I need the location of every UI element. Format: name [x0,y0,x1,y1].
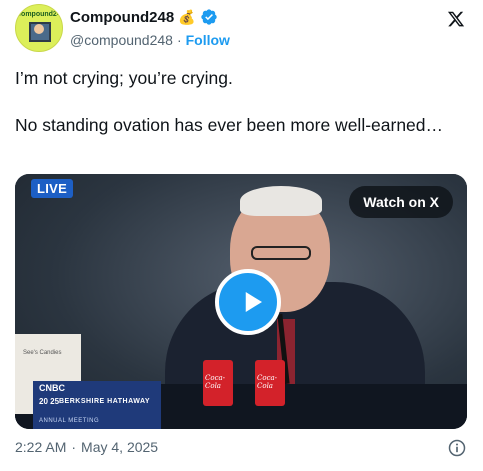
tweet-card: Compound248 Compound248 💰 @compound248 ·… [0,0,483,471]
timestamp-separator: · [71,439,77,455]
cnbc-overlay: CNBC 20 25 BERKSHIRE HATHAWAY ANNUAL MEE… [33,381,161,429]
author-display-name[interactable]: Compound248 [70,9,174,26]
play-button[interactable] [215,269,281,335]
author-name-row: Compound248 💰 [70,8,218,26]
video-subject-glasses [251,246,311,260]
tweet-date: May 4, 2025 [81,439,159,455]
money-bag-icon: 💰 [178,8,196,25]
tweet-time: 2:22 AM [15,439,67,455]
handle-separator: · [176,32,182,48]
follow-button[interactable]: Follow [186,32,230,48]
cnbc-network-label: CNBC [39,383,65,393]
soda-can-label: Coca-Cola [205,374,226,390]
cnbc-event-sub: ANNUAL MEETING [39,418,100,424]
watch-on-x-button[interactable]: Watch on X [349,186,453,218]
tweet-timestamp[interactable]: 2:22 AM · May 4, 2025 [15,439,158,455]
tweet-line-1: I’m not crying; you’re crying. [15,68,233,88]
soda-can-label: Coca-Cola [257,374,278,390]
cnbc-event-name: BERKSHIRE HATHAWAY [59,398,151,405]
video-subject-hair [240,186,322,216]
live-badge: LIVE [31,179,74,198]
author-handle[interactable]: @compound248 [70,32,173,48]
avatar-face-shape [34,24,44,34]
cnbc-year-label: 20 25 [39,397,60,406]
play-icon [245,292,262,312]
x-logo-icon[interactable] [447,10,465,28]
avatar-label: Compound248 [16,11,63,18]
soda-can: Coca-Cola [203,360,233,406]
candy-box-label: See's Candies [23,350,62,356]
tweet-line-2: No standing ovation has ever been more w… [15,115,444,135]
verified-badge-icon [200,9,217,25]
soda-can: Coca-Cola [255,360,285,406]
info-icon[interactable] [447,438,467,458]
author-handle-row: @compound248 · Follow [70,32,230,48]
video-player[interactable]: See's Candies Coca-Cola Coca-Cola LIVE W… [15,174,467,429]
tweet-text: I’m not crying; you’re crying. No standi… [15,66,455,160]
avatar[interactable]: Compound248 [15,4,63,52]
